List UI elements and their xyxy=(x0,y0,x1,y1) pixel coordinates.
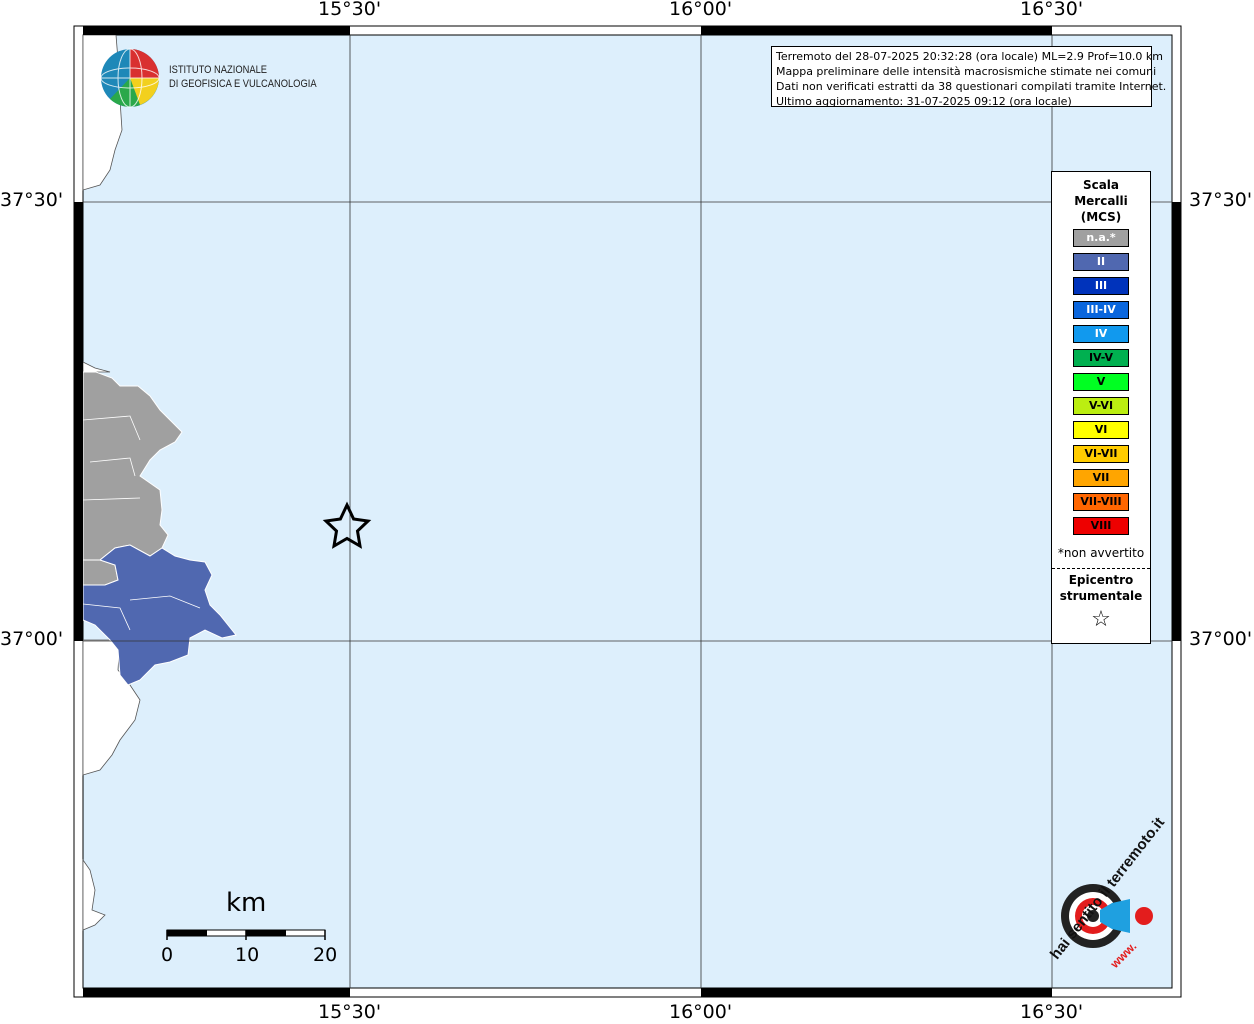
ingv-logo-line1: ISTITUTO NAZIONALE xyxy=(169,64,268,76)
sea-area xyxy=(82,34,1173,989)
legend-swatch-iv-v: IV-V xyxy=(1073,349,1129,367)
legend-swatch-iii: III xyxy=(1073,277,1129,295)
legend-swatch-vii-viii: VII-VIII xyxy=(1073,493,1129,511)
legend-title: Scala Mercalli (MCS) xyxy=(1052,177,1150,225)
legend-title-line2: Mercalli xyxy=(1074,194,1128,208)
legend-swatch-ii: II xyxy=(1073,253,1129,271)
event-info-line4: Ultimo aggiornamento: 31-07-2025 09:12 (… xyxy=(776,95,1072,108)
legend-epicenter-label: Epicentro strumentale xyxy=(1052,572,1150,604)
legend-title-line3: (MCS) xyxy=(1080,210,1122,224)
mcs-legend: Scala Mercalli (MCS) n.a.* II III III-IV IV I… xyxy=(1051,171,1151,644)
legend-swatch-iii-iv: III-IV xyxy=(1073,301,1129,319)
event-info-line3: Dati non verificati estratti da 38 quest… xyxy=(776,80,1167,93)
lat-label-left-2: 37°00' xyxy=(0,628,64,650)
lon-label-bottom-3: 16°30' xyxy=(1020,1001,1084,1023)
lat-label-left-1: 37°30' xyxy=(0,189,64,211)
legend-swatch-iv: IV xyxy=(1073,325,1129,343)
scale-tick-0: 0 xyxy=(161,944,174,966)
lon-label-bottom-2: 16°00' xyxy=(669,1001,733,1023)
scale-unit: km xyxy=(226,888,267,918)
legend-swatch-vi: VI xyxy=(1073,421,1129,439)
lon-label-bottom-1: 15°30' xyxy=(318,1001,382,1023)
legend-star-icon: ☆ xyxy=(1091,607,1111,632)
ingv-logo-line2: DI GEOFISICA E VULCANOLOGIA xyxy=(169,78,317,90)
legend-swatch-viii: VIII xyxy=(1073,517,1129,535)
legend-swatch-v: V xyxy=(1073,373,1129,391)
legend-divider xyxy=(1052,568,1150,569)
lat-label-right-2: 37°00' xyxy=(1189,628,1253,650)
ingv-logo-icon xyxy=(100,48,160,108)
legend-swatch-v-vi: V-VI xyxy=(1073,397,1129,415)
scale-tick-10: 10 xyxy=(235,944,260,966)
lat-label-right-1: 37°30' xyxy=(1189,189,1253,211)
event-info-box: Terremoto del 28-07-2025 20:32:28 (ora l… xyxy=(771,46,1167,108)
lon-label-top-3: 16°30' xyxy=(1020,0,1084,20)
scale-tick-20: 20 xyxy=(313,944,338,966)
legend-epicenter-line2: strumentale xyxy=(1059,589,1143,603)
legend-swatch-n-a: n.a.* xyxy=(1073,229,1129,247)
ingv-logo-text: ISTITUTO NAZIONALE DI GEOFISICA E VULCAN… xyxy=(169,63,317,91)
legend-epicenter-line1: Epicentro xyxy=(1068,573,1134,587)
lon-label-top-1: 15°30' xyxy=(318,0,382,20)
legend-note: *non avvertito xyxy=(1057,546,1145,560)
legend-title-line1: Scala xyxy=(1082,178,1120,192)
lon-label-top-2: 16°00' xyxy=(669,0,733,20)
event-info-line2: Mappa preliminare delle intensità macros… xyxy=(776,65,1157,78)
legend-swatch-vi-vii: VI-VII xyxy=(1073,445,1129,463)
event-info-line1: Terremoto del 28-07-2025 20:32:28 (ora l… xyxy=(776,50,1164,63)
legend-swatch-vii: VII xyxy=(1073,469,1129,487)
